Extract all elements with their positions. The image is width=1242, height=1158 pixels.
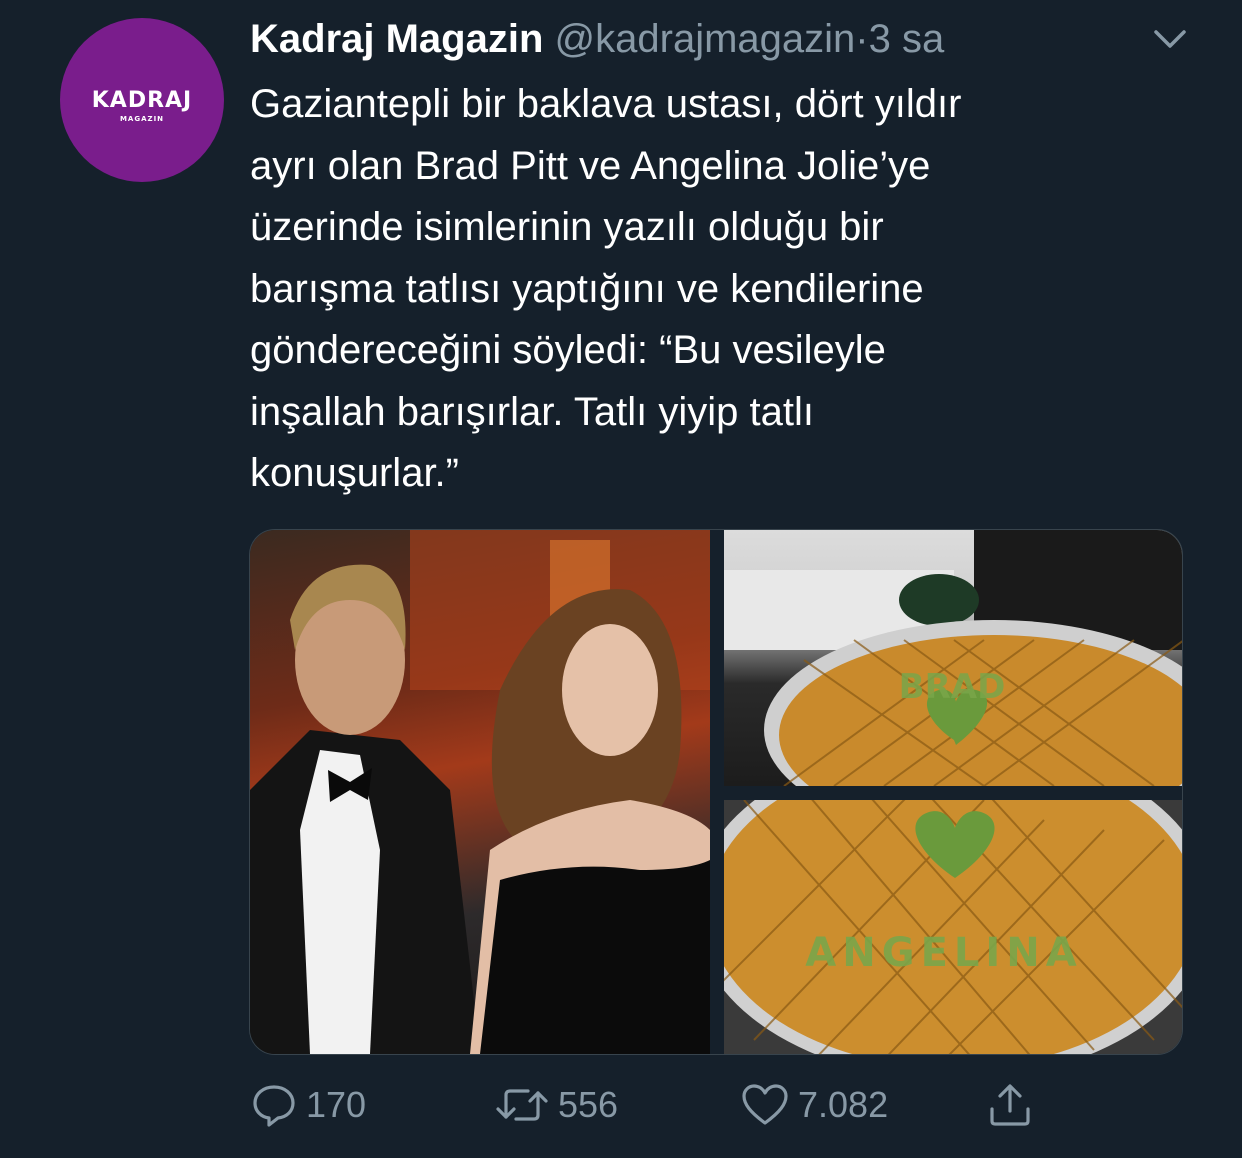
retweet-icon (496, 1089, 548, 1121)
display-name[interactable]: Kadraj Magazin (250, 17, 543, 61)
reply-icon (253, 1085, 295, 1127)
retweet-button[interactable]: 556 (494, 1080, 618, 1130)
chevron-down-icon[interactable] (1150, 24, 1190, 54)
photo-baklava-angelina[interactable]: ANGELINA (724, 800, 1182, 1054)
share-button[interactable] (985, 1080, 1043, 1130)
baklava-text-brad: BRAD (899, 667, 1006, 707)
avatar-logo-subtext: MAGAZIN (119, 115, 165, 123)
tweet-actions: 170 556 7.082 (250, 1080, 1050, 1130)
heart-icon (742, 1084, 788, 1125)
tweet-header: Kadraj Magazin @kadrajmagazin·3 sa (250, 14, 944, 64)
share-icon (990, 1084, 1030, 1126)
reply-button[interactable]: 170 (250, 1080, 366, 1130)
like-button[interactable]: 7.082 (740, 1080, 888, 1130)
avatar[interactable]: KADRAJ MAGAZIN (60, 18, 224, 182)
separator-dot: · (855, 17, 869, 61)
photo-baklava-brad[interactable]: BRAD (724, 530, 1182, 786)
timestamp[interactable]: 3 sa (869, 17, 945, 61)
tweet[interactable]: KADRAJ MAGAZIN Kadraj Magazin @kadrajmag… (0, 0, 1242, 1158)
baklava-text-angelina: ANGELINA (805, 930, 1082, 976)
reply-count: 170 (306, 1084, 367, 1125)
retweet-count: 556 (558, 1084, 619, 1125)
photo-couple[interactable] (250, 530, 710, 1054)
media-grid: BRAD ANGELINA (249, 529, 1183, 1055)
tweet-text: Gaziantepli bir baklava ustası, dört yıl… (250, 82, 962, 495)
like-count: 7.082 (798, 1084, 889, 1125)
user-handle[interactable]: @kadrajmagazin (555, 17, 856, 61)
avatar-logo-text: KADRAJ (91, 88, 193, 113)
